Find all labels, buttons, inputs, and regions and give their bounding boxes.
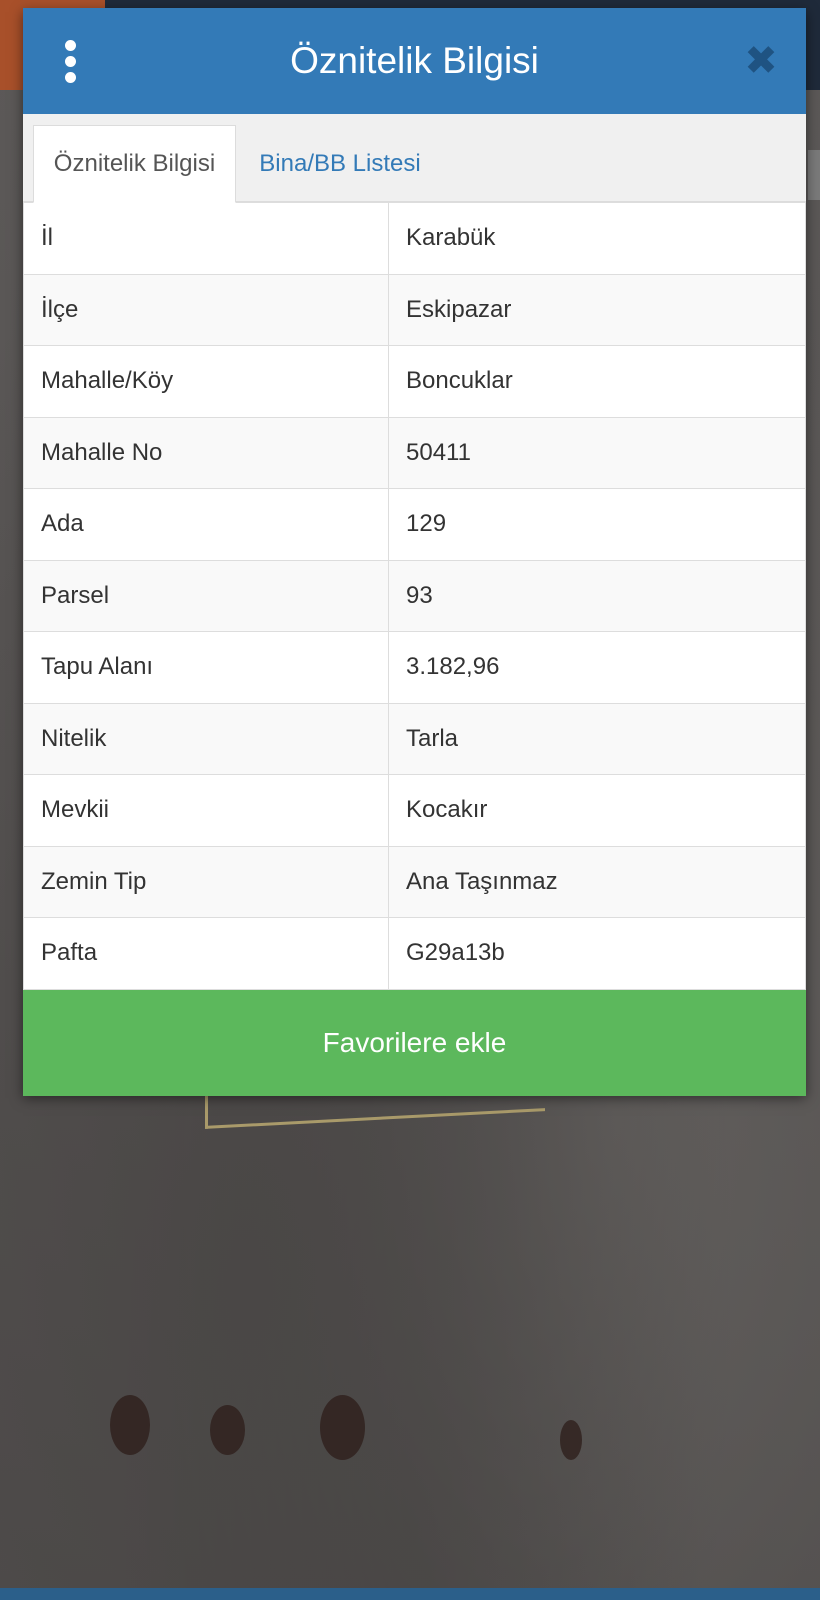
attribute-key: Mevkii bbox=[23, 774, 389, 847]
table-row: Nitelik Tarla bbox=[23, 702, 806, 775]
add-favorite-button[interactable]: Favorilere ekle bbox=[23, 989, 806, 1096]
attribute-dialog: Öznitelik Bilgisi ✖ Öznitelik Bilgisi Bi… bbox=[23, 8, 806, 1096]
attribute-value: 93 bbox=[388, 559, 806, 632]
attribute-key: Parsel bbox=[23, 559, 389, 632]
bottom-bar bbox=[0, 1588, 820, 1600]
attribute-value: 3.182,96 bbox=[388, 631, 806, 704]
table-row: Mahalle/Köy Boncuklar bbox=[23, 345, 806, 418]
attribute-value: Tarla bbox=[388, 702, 806, 775]
tab-bar: Öznitelik Bilgisi Bina/BB Listesi bbox=[23, 114, 806, 203]
attribute-value: Karabük bbox=[388, 202, 806, 275]
table-row: Mevkii Kocakır bbox=[23, 774, 806, 847]
table-row: Ada 129 bbox=[23, 488, 806, 561]
attribute-key: İlçe bbox=[23, 273, 389, 346]
attribute-value: Ana Taşınmaz bbox=[388, 845, 806, 918]
attribute-key: İl bbox=[23, 202, 389, 275]
table-row: Pafta G29a13b bbox=[23, 917, 806, 990]
table-row: İl Karabük bbox=[23, 202, 806, 275]
table-row: İlçe Eskipazar bbox=[23, 273, 806, 346]
map-feature bbox=[210, 1405, 245, 1455]
table-row: Mahalle No 50411 bbox=[23, 416, 806, 489]
attribute-value: G29a13b bbox=[388, 917, 806, 990]
kebab-menu-icon[interactable] bbox=[55, 36, 85, 86]
attribute-value: 129 bbox=[388, 488, 806, 561]
attribute-key: Pafta bbox=[23, 917, 389, 990]
map-feature bbox=[110, 1395, 150, 1455]
attribute-key: Mahalle No bbox=[23, 416, 389, 489]
dialog-header: Öznitelik Bilgisi ✖ bbox=[23, 8, 806, 114]
attribute-table: İl Karabük İlçe Eskipazar Mahalle/Köy Boncukl… bbox=[23, 202, 806, 990]
map-feature bbox=[560, 1420, 582, 1460]
tab-attribute-info[interactable]: Öznitelik Bilgisi bbox=[33, 125, 236, 203]
table-row: Tapu Alanı 3.182,96 bbox=[23, 631, 806, 704]
attribute-value: 50411 bbox=[388, 416, 806, 489]
attribute-key: Tapu Alanı bbox=[23, 631, 389, 704]
attribute-key: Mahalle/Köy bbox=[23, 345, 389, 418]
dialog-title: Öznitelik Bilgisi bbox=[290, 40, 539, 81]
attribute-value: Eskipazar bbox=[388, 273, 806, 346]
attribute-key: Zemin Tip bbox=[23, 845, 389, 918]
attribute-key: Nitelik bbox=[23, 702, 389, 775]
attribute-value: Kocakır bbox=[388, 774, 806, 847]
close-icon[interactable]: ✖ bbox=[741, 38, 781, 84]
attribute-value: Boncuklar bbox=[388, 345, 806, 418]
attribute-key: Ada bbox=[23, 488, 389, 561]
tab-building-list[interactable]: Bina/BB Listesi bbox=[255, 125, 425, 203]
table-row: Parsel 93 bbox=[23, 559, 806, 632]
map-feature bbox=[320, 1395, 365, 1460]
table-row: Zemin Tip Ana Taşınmaz bbox=[23, 845, 806, 918]
scrollbar[interactable] bbox=[808, 150, 820, 200]
